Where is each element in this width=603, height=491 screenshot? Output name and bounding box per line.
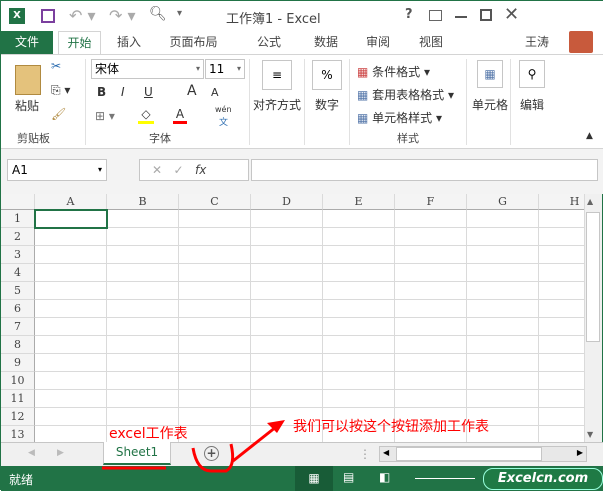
annotation-arrow: [102, 420, 285, 473]
